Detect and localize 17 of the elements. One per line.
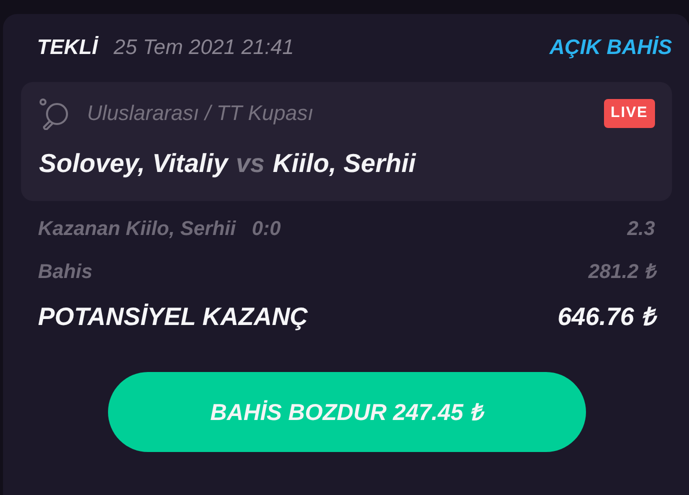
versus-text: vs bbox=[236, 146, 265, 180]
row-value: 281.2 ₺ bbox=[588, 260, 655, 284]
row-label: Kazanan Kiilo, Serhii bbox=[38, 216, 236, 242]
bet-date: 25 Tem 2021 21:41 bbox=[114, 35, 294, 61]
away-team: Kiilo, Serhii bbox=[272, 146, 416, 180]
league-name: Uluslararası / TT Kupası bbox=[87, 100, 314, 127]
bet-type: TEKLİ bbox=[37, 35, 98, 61]
home-team: Solovey, Vitaliy bbox=[39, 146, 228, 180]
live-badge: LIVE bbox=[604, 99, 655, 128]
row-label: Bahis bbox=[38, 260, 92, 284]
row-value: 646.76 ₺ bbox=[558, 298, 655, 336]
bet-status: AÇIK BAHİS bbox=[549, 35, 672, 61]
row-value: 2.3 bbox=[627, 216, 655, 242]
table-tennis-icon bbox=[39, 98, 71, 130]
cashout-button[interactable]: BAHİS BOZDUR 247.45 ₺ bbox=[108, 372, 586, 452]
row-label: POTANSİYEL KAZANÇ bbox=[38, 302, 308, 332]
score-text: 0:0 bbox=[252, 216, 281, 242]
